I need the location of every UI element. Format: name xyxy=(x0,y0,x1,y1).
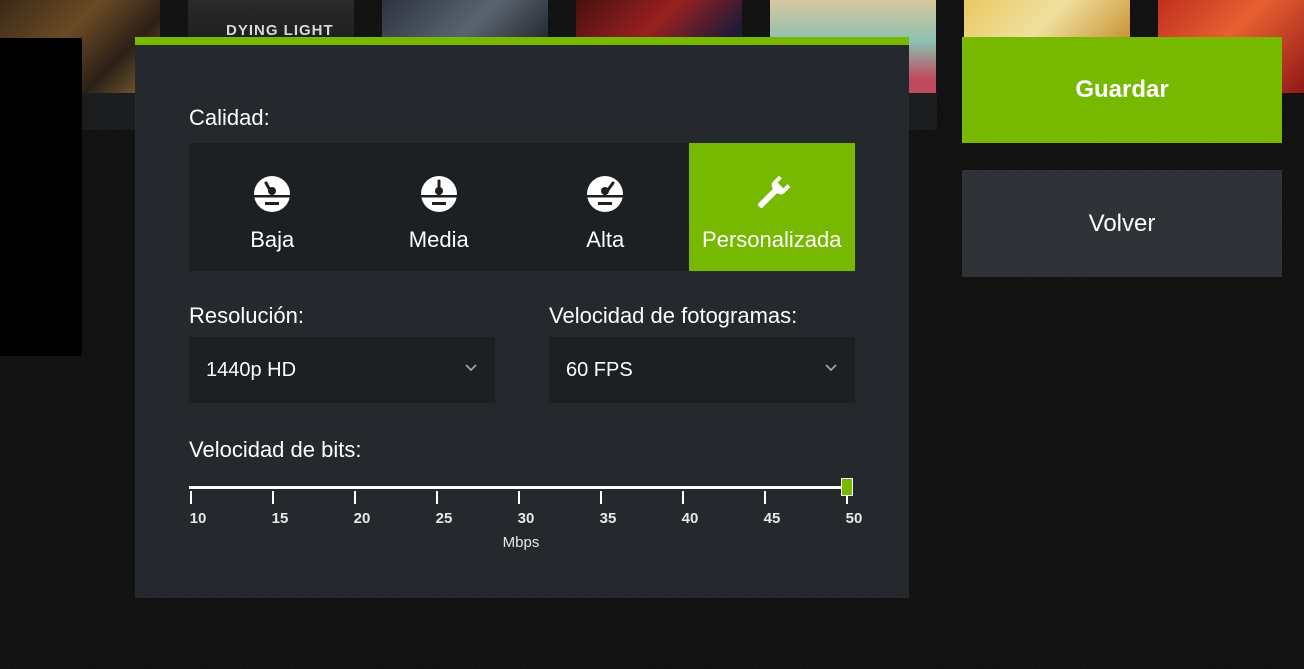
bitrate-unit: Mbps xyxy=(502,534,540,551)
framerate-label: Velocidad de fotogramas: xyxy=(549,303,798,328)
chevron-down-icon xyxy=(825,364,837,372)
bitrate-label: Velocidad de bits: xyxy=(189,437,362,462)
slider-tick xyxy=(682,491,684,504)
slider-track[interactable] xyxy=(189,486,849,489)
framerate-value: 60 FPS xyxy=(566,359,633,381)
quality-option-medium[interactable]: Media xyxy=(356,143,523,271)
slider-tick-label: 50 xyxy=(845,510,863,527)
slider-tick xyxy=(764,491,766,504)
slider-tick xyxy=(190,491,192,504)
slider-tick-label: 35 xyxy=(599,510,617,527)
gauge-low-icon xyxy=(254,176,291,212)
wrench-icon xyxy=(757,175,791,209)
quality-option-custom[interactable]: Personalizada xyxy=(688,143,855,271)
save-button[interactable]: Guardar xyxy=(962,37,1282,143)
slider-tick-label: 30 xyxy=(517,510,535,527)
resolution-dropdown[interactable]: 1440p HD xyxy=(189,337,495,403)
slider-tick xyxy=(272,491,274,504)
back-button[interactable]: Volver xyxy=(962,170,1282,277)
slider-thumb[interactable] xyxy=(841,478,853,496)
quality-settings-dialog: Calidad: Baja Media Alta Personalizada R… xyxy=(135,37,909,598)
resolution-value: 1440p HD xyxy=(206,359,297,381)
slider-tick xyxy=(518,491,520,504)
slider-tick-label: 40 xyxy=(681,510,699,527)
chevron-down-icon xyxy=(465,364,477,372)
framerate-dropdown[interactable]: 60 FPS xyxy=(549,337,855,403)
slider-tick xyxy=(600,491,602,504)
quality-option-label: Personalizada xyxy=(702,227,842,252)
slider-tick-label: 15 xyxy=(271,510,289,527)
bitrate-slider[interactable]: 10 15 20 25 30 35 40 45 50 Mbps xyxy=(189,470,862,560)
quality-option-label: Alta xyxy=(586,227,625,252)
quality-selector: Baja Media Alta Personalizada xyxy=(189,143,855,271)
tile-caption-band xyxy=(909,93,937,130)
quality-option-label: Baja xyxy=(250,227,295,252)
quality-label: Calidad: xyxy=(189,105,270,130)
slider-tick-label: 25 xyxy=(435,510,453,527)
quality-option-label: Media xyxy=(408,227,469,252)
quality-option-low[interactable]: Baja xyxy=(189,143,356,271)
quality-option-high[interactable]: Alta xyxy=(522,143,689,271)
slider-tick xyxy=(354,491,356,504)
gauge-medium-icon xyxy=(420,176,457,212)
resolution-label: Resolución: xyxy=(189,303,304,328)
slider-tick-label: 20 xyxy=(353,510,371,527)
slider-tick-label: 45 xyxy=(763,510,781,527)
slider-tick-label: 10 xyxy=(189,510,207,527)
slider-tick xyxy=(436,491,438,504)
background-panel xyxy=(0,38,82,356)
gauge-high-icon xyxy=(587,176,624,212)
